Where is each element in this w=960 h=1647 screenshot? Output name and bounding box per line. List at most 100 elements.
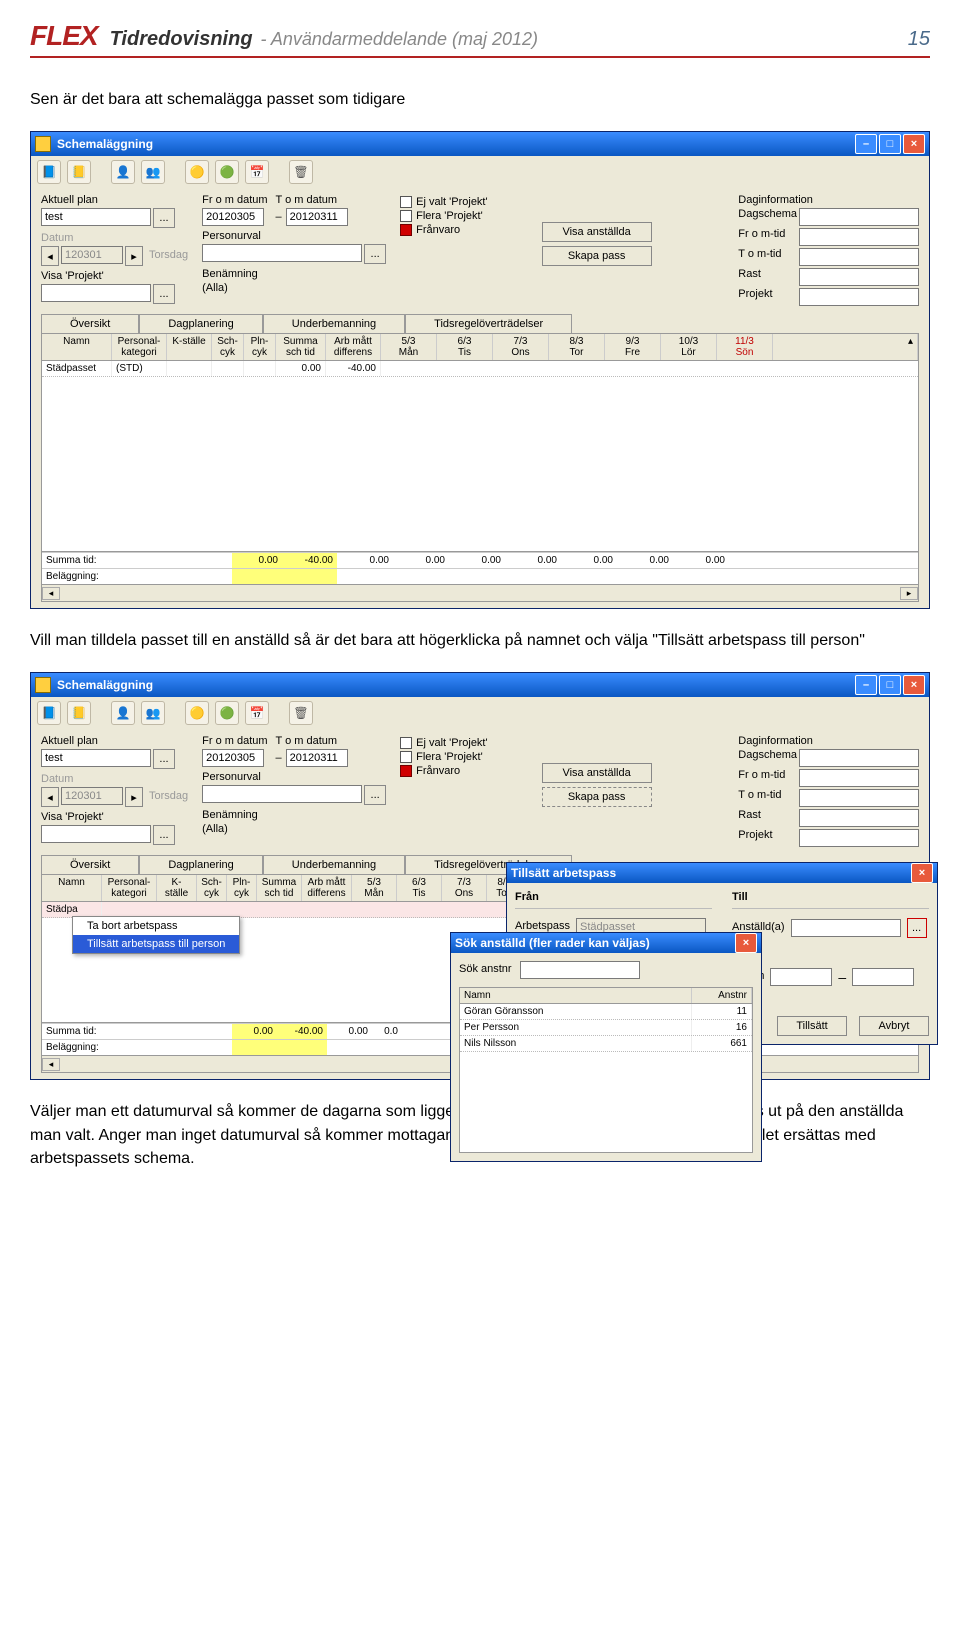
checkbox-franvaro[interactable]: Frånvaro bbox=[400, 765, 487, 777]
toolbar-icon[interactable]: 🟡 bbox=[185, 701, 209, 725]
table-row[interactable]: Städpasset (STD) 0.00 -40.00 bbox=[42, 361, 918, 377]
datum-from-input[interactable] bbox=[770, 968, 832, 986]
calendar-icon[interactable]: 📅 bbox=[245, 701, 269, 725]
datum-label: Datum bbox=[41, 232, 188, 244]
tab-dagplanering[interactable]: Dagplanering bbox=[139, 855, 262, 874]
checkbox-ej-valt-projekt[interactable]: Ej valt 'Projekt' bbox=[400, 737, 487, 749]
list-item[interactable]: Göran Göransson11 bbox=[460, 1004, 752, 1020]
toolbar-icon[interactable]: 🟢 bbox=[215, 701, 239, 725]
app-icon bbox=[35, 677, 51, 693]
date-next-button[interactable]: ▸ bbox=[125, 246, 143, 266]
fromtid-label: Fr o m-tid bbox=[738, 228, 797, 246]
toolbar-icon[interactable]: 🗑 bbox=[289, 701, 313, 725]
to-date-input[interactable] bbox=[286, 749, 348, 767]
close-button[interactable]: × bbox=[911, 863, 933, 883]
avbryt-button[interactable]: Avbryt bbox=[859, 1016, 929, 1036]
tab-underbemanning[interactable]: Underbemanning bbox=[263, 314, 405, 333]
list-item[interactable]: Per Persson16 bbox=[460, 1020, 752, 1036]
toolbar-icon[interactable]: 👥 bbox=[141, 701, 165, 725]
col-personalkategori: Personal- kategori bbox=[112, 334, 167, 360]
personurval-browse[interactable]: ... bbox=[364, 785, 386, 805]
fran-label: Från bbox=[515, 891, 712, 903]
close-button[interactable]: × bbox=[903, 675, 925, 695]
minimize-button[interactable]: – bbox=[855, 675, 877, 695]
visa-projekt-input[interactable] bbox=[41, 284, 151, 302]
tab-underbemanning[interactable]: Underbemanning bbox=[263, 855, 405, 874]
col-day-1: 5/3 Mån bbox=[381, 334, 437, 360]
checkbox-ej-valt-projekt[interactable]: Ej valt 'Projekt' bbox=[400, 196, 487, 208]
list-item[interactable]: Nils Nilsson661 bbox=[460, 1036, 752, 1052]
doc-subtitle: - Användarmeddelande (maj 2012) bbox=[261, 29, 539, 50]
checkbox-flera-projekt[interactable]: Flera 'Projekt' bbox=[400, 210, 487, 222]
toolbar-icon[interactable]: 👤 bbox=[111, 160, 135, 184]
close-button[interactable]: × bbox=[735, 933, 757, 953]
tillsatt-button[interactable]: Tillsätt bbox=[777, 1016, 847, 1036]
col-namn: Namn bbox=[42, 334, 112, 360]
col-day-5: 9/3 Fre bbox=[605, 334, 661, 360]
personurval-input[interactable] bbox=[202, 785, 362, 803]
dialog-sok-anstalld: Sök anställd (fler rader kan väljas) × S… bbox=[450, 932, 762, 1162]
toolbar-icon[interactable]: 🗑 bbox=[289, 160, 313, 184]
ctx-tillsatt[interactable]: Tillsätt arbetspass till person bbox=[73, 935, 239, 953]
daginformation-label: Daginformation bbox=[738, 194, 919, 206]
summa-val: 0.00 bbox=[617, 553, 673, 568]
tab-tidsregel[interactable]: Tidsregelöverträdelser bbox=[405, 314, 572, 333]
date-prev-button[interactable]: ◂ bbox=[41, 246, 59, 266]
toolbar-icon[interactable]: 📘 bbox=[37, 160, 61, 184]
personurval-browse[interactable]: ... bbox=[364, 244, 386, 264]
maximize-button[interactable]: □ bbox=[879, 134, 901, 154]
tab-dagplanering[interactable]: Dagplanering bbox=[139, 314, 262, 333]
date-prev-button[interactable]: ◂ bbox=[41, 787, 59, 807]
date-next-button[interactable]: ▸ bbox=[125, 787, 143, 807]
scroll-right-icon[interactable]: ▸ bbox=[900, 587, 918, 600]
col-day-2: 6/3 Tis bbox=[437, 334, 493, 360]
sok-anstnr-input[interactable] bbox=[520, 961, 640, 979]
dialog-title: Tillsätt arbetspass bbox=[511, 866, 616, 880]
skapa-pass-button[interactable]: Skapa pass bbox=[542, 246, 652, 266]
personurval-input[interactable] bbox=[202, 244, 362, 262]
toolbar-icon[interactable]: 👥 bbox=[141, 160, 165, 184]
close-button[interactable]: × bbox=[903, 134, 925, 154]
toolbar-icon[interactable]: 🟢 bbox=[215, 160, 239, 184]
sok-anstnr-label: Sök anstnr bbox=[459, 963, 512, 975]
aktuell-plan-browse[interactable]: ... bbox=[153, 208, 175, 228]
toolbar-icon[interactable]: 🟡 bbox=[185, 160, 209, 184]
anstalld-input[interactable] bbox=[791, 919, 901, 937]
anstalld-browse-button[interactable]: ... bbox=[907, 918, 927, 938]
col-plncyk: Pln- cyk bbox=[244, 334, 276, 360]
from-date-input[interactable] bbox=[202, 749, 264, 767]
visa-projekt-input[interactable] bbox=[41, 825, 151, 843]
scroll-left-icon[interactable]: ◂ bbox=[42, 1058, 60, 1071]
tab-oversikt[interactable]: Översikt bbox=[41, 855, 139, 874]
datum-to-input[interactable] bbox=[852, 968, 914, 986]
aktuell-plan-input[interactable] bbox=[41, 749, 151, 767]
visa-anstallda-button[interactable]: Visa anställda bbox=[542, 222, 652, 242]
maximize-button[interactable]: □ bbox=[879, 675, 901, 695]
from-date-input[interactable] bbox=[202, 208, 264, 226]
to-date-input[interactable] bbox=[286, 208, 348, 226]
toolbar-icon[interactable]: 📒 bbox=[67, 701, 91, 725]
visa-projekt-browse[interactable]: ... bbox=[153, 825, 175, 845]
date-input bbox=[61, 787, 123, 805]
toolbar-icon[interactable]: 👤 bbox=[111, 701, 135, 725]
summa-val: 0.00 bbox=[337, 553, 393, 568]
date-input bbox=[61, 246, 123, 264]
scroll-up-icon[interactable]: ▴ bbox=[773, 334, 918, 360]
skapa-pass-button[interactable]: Skapa pass bbox=[542, 787, 652, 807]
aktuell-plan-input[interactable] bbox=[41, 208, 151, 226]
visa-projekt-browse[interactable]: ... bbox=[153, 284, 175, 304]
ctx-ta-bort[interactable]: Ta bort arbetspass bbox=[73, 917, 239, 935]
aktuell-plan-browse[interactable]: ... bbox=[153, 749, 175, 769]
calendar-icon[interactable]: 📅 bbox=[245, 160, 269, 184]
tab-oversikt[interactable]: Översikt bbox=[41, 314, 139, 333]
summa-val: 0.00 bbox=[505, 553, 561, 568]
checkbox-franvaro[interactable]: Frånvaro bbox=[400, 224, 487, 236]
scroll-left-icon[interactable]: ◂ bbox=[42, 587, 60, 600]
window-title: Schemaläggning bbox=[57, 678, 153, 692]
visa-anstallda-button[interactable]: Visa anställda bbox=[542, 763, 652, 783]
toolbar-icon[interactable]: 📘 bbox=[37, 701, 61, 725]
checkbox-flera-projekt[interactable]: Flera 'Projekt' bbox=[400, 751, 487, 763]
toolbar-icon[interactable]: 📒 bbox=[67, 160, 91, 184]
minimize-button[interactable]: – bbox=[855, 134, 877, 154]
projekt-label: Projekt bbox=[738, 288, 797, 306]
